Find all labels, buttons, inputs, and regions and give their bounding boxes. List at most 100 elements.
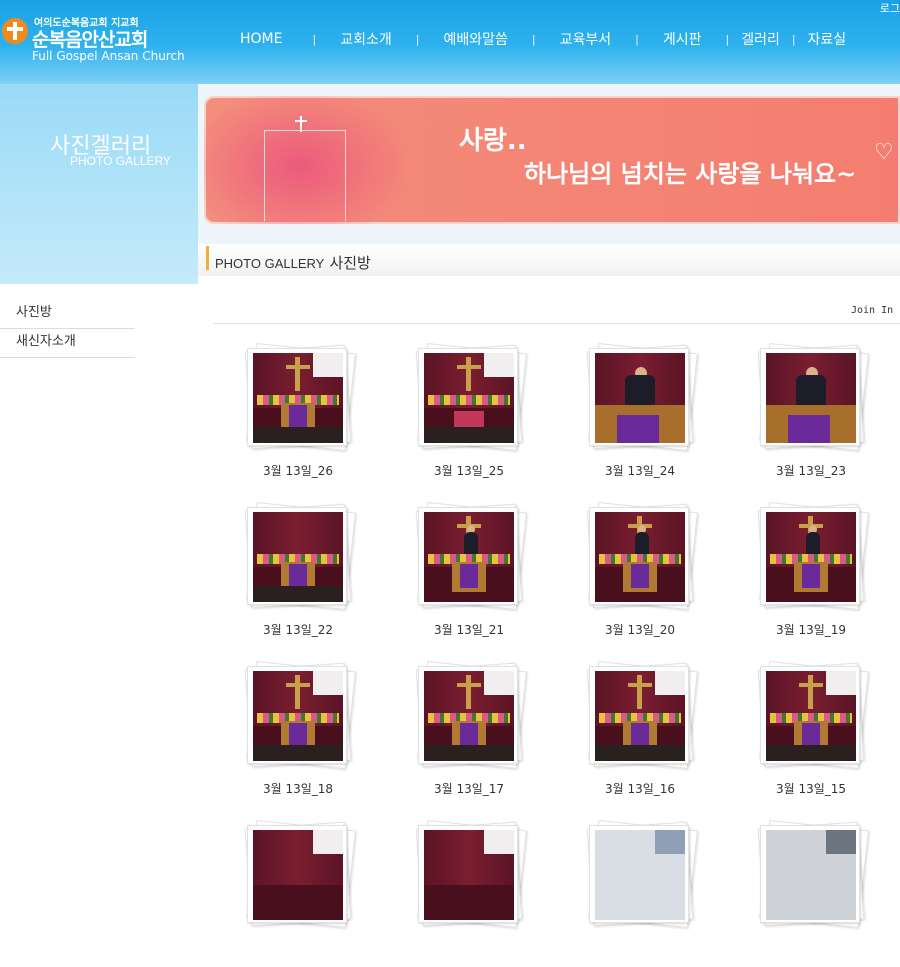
gallery-caption[interactable]: 3월 13일_17 xyxy=(384,780,554,797)
photo-speaker xyxy=(635,532,649,554)
photo-cloth xyxy=(289,723,307,747)
nav-separator: | xyxy=(725,32,730,46)
gallery-item[interactable]: 3월 13일_25 xyxy=(384,340,527,490)
gallery-item[interactable]: 3월 13일_20 xyxy=(555,499,698,649)
gallery-item[interactable]: 3월 13일_24 xyxy=(555,340,698,490)
gallery-caption[interactable]: 3월 13일_21 xyxy=(384,621,554,638)
thumbnail-image[interactable] xyxy=(595,671,685,761)
gallery-item[interactable]: 3월 13일_22 xyxy=(213,499,356,649)
gallery-caption[interactable]: 3월 13일_22 xyxy=(213,621,383,638)
photo-cross xyxy=(637,675,642,709)
cross-icon xyxy=(300,116,302,132)
logo-english-name: Full Gospel Ansan Church xyxy=(32,49,185,63)
gallery-caption[interactable]: 3월 13일_18 xyxy=(213,780,383,797)
gallery-item[interactable]: 3월 13일_16 xyxy=(555,658,698,808)
thumbnail-image[interactable] xyxy=(253,353,343,443)
gallery-item[interactable]: 3월 13일_23 xyxy=(726,340,869,490)
photo-cloth xyxy=(788,415,830,443)
gallery-caption[interactable]: 3월 13일_16 xyxy=(555,780,725,797)
photo-cloth xyxy=(617,415,659,443)
photo-floor xyxy=(253,427,343,443)
thumbnail-image[interactable] xyxy=(424,353,514,443)
nav-archive[interactable]: 자료실 xyxy=(804,29,851,49)
gallery-item[interactable]: 3월 13일_26 xyxy=(213,340,356,490)
photo-cross xyxy=(628,683,652,687)
church-outline-icon xyxy=(264,130,346,221)
side-menu-photo-room[interactable]: 사진방 xyxy=(0,300,135,329)
photo-screen xyxy=(313,830,343,854)
side-menu: 사진방 새신자소개 xyxy=(0,300,135,358)
join-in-link[interactable]: Join In xyxy=(851,305,893,316)
gallery-item[interactable] xyxy=(384,817,527,967)
thumbnail-image[interactable] xyxy=(595,353,685,443)
nav-separator: | xyxy=(531,32,536,46)
gallery-item[interactable]: 3월 13일_19 xyxy=(726,499,869,649)
photo-floor xyxy=(424,427,514,443)
photo-cross xyxy=(799,683,823,687)
photo-cloth xyxy=(802,723,820,747)
photo-screen xyxy=(313,671,343,695)
photo-screen xyxy=(313,353,343,377)
thumbnail-image[interactable] xyxy=(253,512,343,602)
nav-board[interactable]: 게시판 xyxy=(659,29,706,49)
nav-separator: | xyxy=(415,32,420,46)
photo-floor xyxy=(253,745,343,761)
thumbnail-image[interactable] xyxy=(253,671,343,761)
photo-cloth xyxy=(802,564,820,588)
gallery-caption[interactable]: 3월 13일_26 xyxy=(213,462,383,479)
photo-cloth xyxy=(631,564,649,588)
banner-headline: 사랑.. xyxy=(459,126,527,156)
heart-icon: ♡ xyxy=(874,140,894,165)
gallery-item[interactable]: 3월 13일_17 xyxy=(384,658,527,808)
photo-cross xyxy=(457,683,481,687)
photo-screen xyxy=(655,671,685,695)
nav-home[interactable]: HOME xyxy=(236,31,286,47)
login-link[interactable]: 로그 xyxy=(880,0,900,16)
gallery-caption[interactable]: 3월 13일_23 xyxy=(726,462,896,479)
gallery-caption[interactable]: 3월 13일_24 xyxy=(555,462,725,479)
nav-church-intro[interactable]: 교회소개 xyxy=(336,29,396,49)
nav-separator: | xyxy=(312,32,317,46)
gallery-item[interactable] xyxy=(213,817,356,967)
banner-area: 사랑.. 하나님의 넘치는 사랑을 나눠요~ ♡ xyxy=(198,84,900,244)
sky-curve xyxy=(0,84,198,284)
thumbnail-image[interactable] xyxy=(766,671,856,761)
side-menu-newcomers[interactable]: 새신자소개 xyxy=(0,329,135,358)
photo-cross xyxy=(286,683,310,687)
photo-cross xyxy=(808,675,813,709)
church-logo[interactable]: 여의도순복음교회 지교회 순복음안산교회 Full Gospel Ansan C… xyxy=(0,8,196,68)
photo-screen xyxy=(655,830,685,854)
thumbnail-image[interactable] xyxy=(424,512,514,602)
nav-education[interactable]: 교육부서 xyxy=(556,29,616,49)
love-banner: 사랑.. 하나님의 넘치는 사랑을 나눠요~ ♡ xyxy=(204,96,900,224)
banner-tagline: 하나님의 넘치는 사랑을 나눠요~ xyxy=(524,160,857,188)
photo-cross xyxy=(295,675,300,709)
photo-cross xyxy=(286,365,310,369)
section-header: PHOTO GALLERY 사진방 xyxy=(198,244,900,276)
section-title: PHOTO GALLERY 사진방 xyxy=(215,252,371,273)
photo-speaker xyxy=(806,532,820,554)
section-accent-bar xyxy=(206,246,209,270)
photo-cloth xyxy=(460,564,478,588)
nav-separator: | xyxy=(791,32,796,46)
photo-cloth xyxy=(460,723,478,747)
gallery-item[interactable] xyxy=(555,817,698,967)
gallery-item[interactable] xyxy=(726,817,869,967)
gallery-caption[interactable]: 3월 13일_25 xyxy=(384,462,554,479)
photo-screen xyxy=(826,671,856,695)
gallery-item[interactable]: 3월 13일_21 xyxy=(384,499,527,649)
gallery-caption[interactable]: 3월 13일_15 xyxy=(726,780,896,797)
nav-worship[interactable]: 예배와말씀 xyxy=(439,29,511,49)
gallery-caption[interactable]: 3월 13일_20 xyxy=(555,621,725,638)
side-subtitle: PHOTO GALLERY xyxy=(70,154,171,168)
thumbnail-image[interactable] xyxy=(424,671,514,761)
thumbnail-image[interactable] xyxy=(766,353,856,443)
gallery-item[interactable]: 3월 13일_18 xyxy=(213,658,356,808)
gallery-item[interactable]: 3월 13일_15 xyxy=(726,658,869,808)
nav-gallery[interactable]: 겔러리 xyxy=(737,29,784,49)
logo-title: 순복음안산교회 xyxy=(32,29,148,51)
gallery-caption[interactable]: 3월 13일_19 xyxy=(726,621,896,638)
thumbnail-image[interactable] xyxy=(595,512,685,602)
main-nav: HOME | 교회소개 | 예배와말씀 | 교육부서 | 게시판 | 겔러리 |… xyxy=(236,24,850,54)
thumbnail-image[interactable] xyxy=(766,512,856,602)
